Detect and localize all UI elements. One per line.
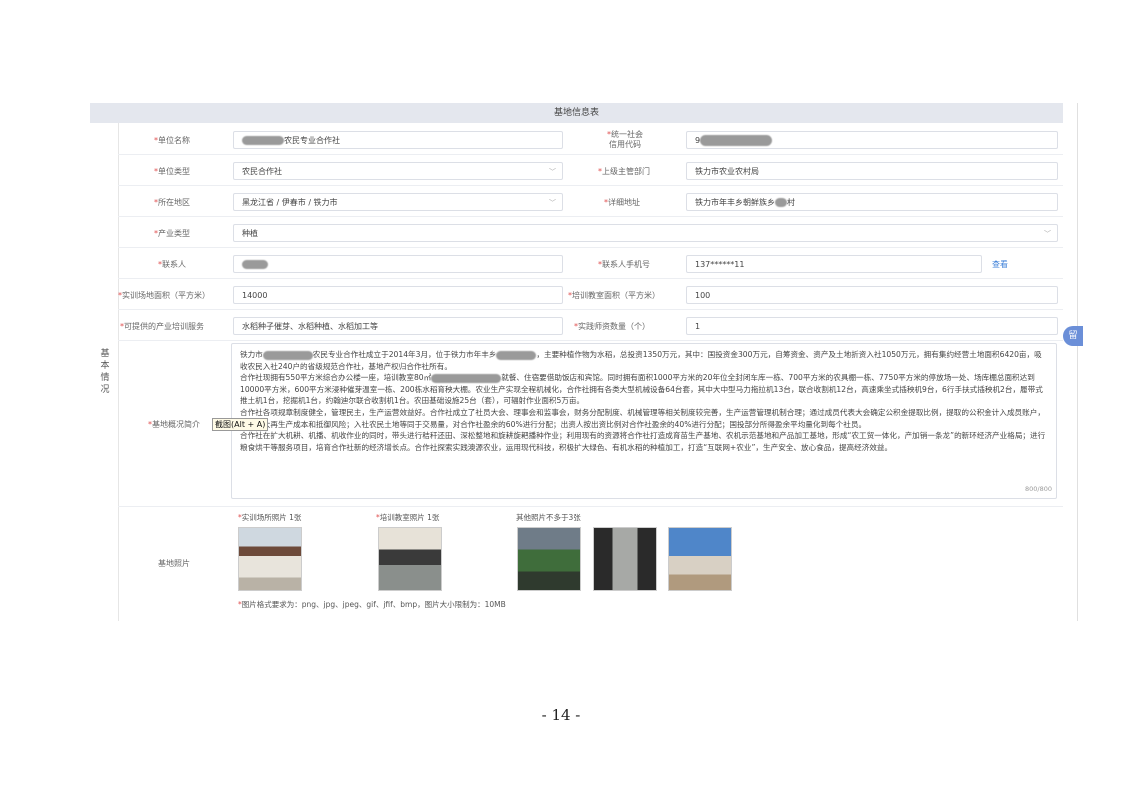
phone-input[interactable]: 137******11 [686,255,982,273]
service-label: *可提供的产业培训服务 [120,322,204,331]
chevron-down-icon: ﹀ [549,168,556,176]
other-photo-1-thumbnail[interactable] [517,527,581,591]
site-area-label: *实训场地面积（平方米） [118,291,210,300]
other-photo-caption: 其他照片不多于3张 [516,513,581,522]
credit-code-label: *统一社会 信用代码 [607,130,643,149]
contact-input[interactable] [233,255,563,273]
char-counter: 800/800 [1024,485,1052,494]
intro-label: *基地概况简介 [148,420,200,429]
superior-input[interactable]: 铁力市农业农村局 [686,162,1058,180]
unit-name-label: *单位名称 [154,136,190,145]
section-side-label: 基本情况 [90,123,119,621]
site-area-input[interactable]: 14000 [233,286,563,304]
superior-label: *上级主管部门 [598,167,650,176]
table-title: 基地信息表 [90,103,1063,123]
photo-format-note: *图片格式要求为：png、jpg、jpeg、gif、jfif、bmp，图片大小限… [238,600,506,609]
view-phone-link[interactable]: 查看 [992,259,1008,270]
address-label: *详细地址 [604,198,640,207]
page-number: - 14 - [541,706,581,724]
service-input[interactable]: 水稻种子催芽、水稻种植、水稻加工等 [233,317,563,335]
classroom-area-input[interactable]: 100 [686,286,1058,304]
classroom-area-label: *培训教室面积（平方米） [568,291,660,300]
industry-label: *产业类型 [154,229,190,238]
phone-label: *联系人手机号 [598,260,650,269]
region-select[interactable]: 黑龙江省 / 伊春市 / 铁力市 ﹀ [233,193,563,211]
intro-textarea[interactable]: 铁力市 农民专业合作社成立于2014年3月，位于铁力市年丰乡 ，主要种植作物为水稻，… [231,343,1057,499]
site-photo-caption: *实训场所照片 1张 [238,513,302,522]
classroom-photo-thumbnail[interactable] [378,527,442,591]
unit-type-label: *单位类型 [154,167,190,176]
chevron-down-icon: ﹀ [549,199,556,207]
unit-name-input[interactable]: 农民专业合作社 [233,131,563,149]
credit-code-input[interactable]: 9 [686,131,1058,149]
chevron-down-icon: ﹀ [1044,230,1051,238]
address-input[interactable]: 铁力市年丰乡朝鲜族乡村 [686,193,1058,211]
unit-type-select[interactable]: 农民合作社 ﹀ [233,162,563,180]
side-float-button[interactable]: 留 [1063,326,1083,346]
other-photo-2-thumbnail[interactable] [593,527,657,591]
teacher-input[interactable]: 1 [686,317,1058,335]
screenshot-tooltip: 截图(Alt + A) [212,418,269,431]
industry-select[interactable]: 种植 ﹀ [233,224,1058,242]
panel-right-border [1077,103,1078,621]
classroom-photo-caption: *培训教室照片 1张 [376,513,440,522]
contact-label: *联系人 [158,260,186,269]
other-photo-3-thumbnail[interactable] [668,527,732,591]
photos-label: 基地照片 [158,559,190,568]
region-label: *所在地区 [154,198,190,207]
site-photo-thumbnail[interactable] [238,527,302,591]
teacher-label: *实践师资数量（个） [574,322,650,331]
